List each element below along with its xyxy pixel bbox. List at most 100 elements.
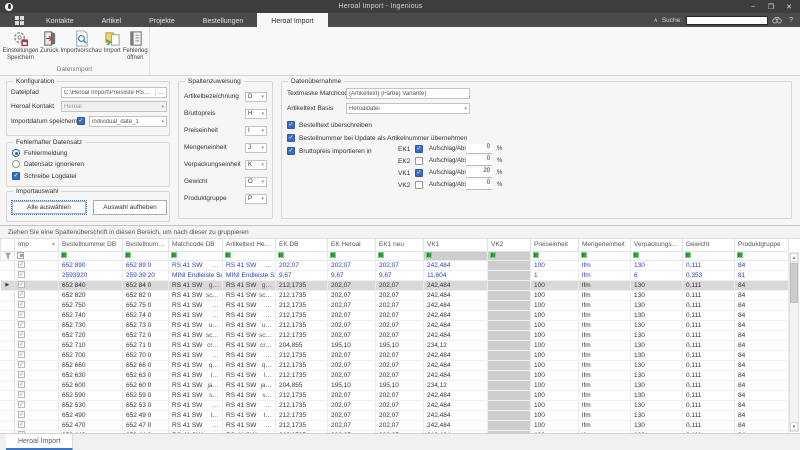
- cell-pe[interactable]: 100: [530, 290, 579, 301]
- cell-pg[interactable]: 84: [734, 290, 789, 301]
- filter-cell-art[interactable]: [222, 250, 276, 261]
- cell-art[interactable]: RS 41 SW…: [222, 300, 276, 311]
- cell-art[interactable]: RS 41 SW s…: [222, 390, 276, 401]
- imp-checkbox[interactable]: ✓: [18, 321, 25, 329]
- textmaske-input[interactable]: {Artikeltext} {Farbe} Variante}: [346, 88, 470, 99]
- imp-checkbox[interactable]: ✓: [18, 401, 25, 409]
- cell-imp[interactable]: ✓: [14, 310, 59, 321]
- cell-vk2[interactable]: [487, 410, 531, 421]
- cell-ek1[interactable]: 202,07: [375, 370, 424, 381]
- cell-ek1[interactable]: 202,07: [375, 360, 424, 371]
- cell-ve[interactable]: 130: [630, 290, 683, 301]
- aufschlag-value-input[interactable]: 0: [466, 144, 492, 154]
- cell-b_he[interactable]: 652 53 0: [122, 400, 169, 411]
- cell-gw[interactable]: 0,111: [682, 290, 735, 301]
- cell-ek_he[interactable]: 202,07: [327, 420, 376, 431]
- cell-match[interactable]: RS 41 SW…: [168, 350, 223, 361]
- table-row[interactable]: ✓ 2593920259 39 20MINI Endleiste Sa… MINI …: [0, 270, 789, 281]
- cell-ve[interactable]: 130: [630, 310, 683, 321]
- cell-b_db[interactable]: 652 750: [58, 300, 123, 311]
- table-row[interactable]: ✓ 652 750 652 75 0 RS 41 SW… RS 41 SW… 212,17…: [0, 300, 789, 311]
- cell-match[interactable]: RS 41 SW t…: [168, 410, 223, 421]
- cell-vk1[interactable]: 242,484: [423, 330, 488, 341]
- filter-edit-icon[interactable]: [278, 252, 284, 259]
- column-header-ek_he[interactable]: EK Heroal: [327, 239, 376, 252]
- cell-match[interactable]: RS 41 SW sc…: [168, 330, 223, 341]
- select-all-button[interactable]: Alle auswählen: [11, 200, 87, 215]
- cell-ek_db[interactable]: 9,67: [275, 270, 328, 281]
- cell-me[interactable]: lfm: [578, 330, 631, 341]
- imp-filter-checkbox[interactable]: [17, 251, 24, 259]
- cell-b_he[interactable]: 652 63 0: [122, 370, 169, 381]
- cell-pe[interactable]: 1: [530, 270, 579, 281]
- filter-edit-icon[interactable]: [225, 252, 231, 259]
- scroll-down-icon[interactable]: ▼: [790, 422, 798, 431]
- cell-ve[interactable]: 130: [630, 340, 683, 351]
- table-row[interactable]: ✓ 652 720 652 72 0 RS 41 SW sc… RS 41 SW sc… 21…: [0, 330, 789, 341]
- filter-cell-ve[interactable]: [630, 250, 683, 261]
- cell-gw[interactable]: 0,353: [682, 270, 735, 281]
- cell-ek1[interactable]: 202,07: [375, 350, 424, 361]
- cell-vk1[interactable]: 242,484: [423, 300, 488, 311]
- column-header-match[interactable]: Matchcode DB: [168, 239, 223, 252]
- imp-checkbox[interactable]: ✓: [18, 331, 25, 339]
- cell-pg[interactable]: 84: [734, 350, 789, 361]
- table-row[interactable]: ✓ 652 530 652 53 0 RS 41 SW… RS 41 SW… 212,17…: [0, 400, 789, 411]
- cell-pe[interactable]: 100: [530, 340, 579, 351]
- filter-edit-icon[interactable]: [490, 252, 496, 259]
- cell-gw[interactable]: 0,111: [682, 340, 735, 351]
- filter-edit-icon[interactable]: [685, 252, 691, 259]
- filter-edit-icon[interactable]: [125, 252, 131, 259]
- cell-pg[interactable]: 84: [734, 370, 789, 381]
- cell-pg[interactable]: 84: [734, 310, 789, 321]
- cell-ek_db[interactable]: 212,1735: [275, 370, 328, 381]
- cell-pe[interactable]: 100: [530, 320, 579, 331]
- cell-imp[interactable]: ✓: [14, 260, 59, 271]
- cell-art[interactable]: RS 41 SW sc…: [222, 290, 276, 301]
- mapping-column-dropdown[interactable]: H ▾: [245, 108, 267, 119]
- cell-b_db[interactable]: 652 440: [58, 430, 123, 433]
- imp-checkbox[interactable]: ✓: [18, 291, 25, 299]
- filter-edit-icon[interactable]: [633, 252, 639, 259]
- cell-gw[interactable]: 0,111: [682, 280, 735, 291]
- cell-pg[interactable]: 84: [734, 280, 789, 291]
- imp-checkbox[interactable]: ✓: [18, 261, 25, 269]
- price-checkbox-vk1[interactable]: ✓: [415, 169, 423, 177]
- filter-cell-b_he[interactable]: [122, 250, 169, 261]
- cell-ek_db[interactable]: 204,855: [275, 340, 328, 351]
- cell-me[interactable]: lfm: [578, 300, 631, 311]
- cell-pg[interactable]: 84: [734, 400, 789, 411]
- cell-pg[interactable]: 84: [734, 410, 789, 421]
- cell-vk1[interactable]: 242,484: [423, 430, 488, 433]
- cell-match[interactable]: RS 41 SW g…: [168, 280, 223, 291]
- cell-match[interactable]: RS 41 SW…: [168, 400, 223, 411]
- cell-vk2[interactable]: [487, 420, 531, 431]
- imp-checkbox[interactable]: ✓: [18, 411, 25, 419]
- cell-b_db[interactable]: 652 720: [58, 330, 123, 341]
- cell-b_db[interactable]: 652 590: [58, 390, 123, 401]
- cell-me[interactable]: lfm: [578, 430, 631, 433]
- cell-vk2[interactable]: [487, 260, 531, 271]
- cell-gw[interactable]: 0,111: [682, 380, 735, 391]
- cell-ve[interactable]: 130: [630, 320, 683, 331]
- column-header-pg[interactable]: Produktgruppe: [734, 239, 789, 252]
- cell-match[interactable]: RS 41 SW l…: [168, 370, 223, 381]
- cell-ek1[interactable]: 202,07: [375, 430, 424, 433]
- cell-imp[interactable]: ✓: [14, 350, 59, 361]
- importdatum-dropdown[interactable]: individual_date_1 ▾: [89, 116, 167, 127]
- cell-gw[interactable]: 0,111: [682, 260, 735, 271]
- cell-ek_db[interactable]: 212,1735: [275, 320, 328, 331]
- cell-pg[interactable]: 84: [734, 390, 789, 401]
- import-preview-button[interactable]: Importvorschau: [59, 27, 102, 55]
- cell-ek_he[interactable]: 202,07: [327, 280, 376, 291]
- cell-b_db[interactable]: 652 710: [58, 340, 123, 351]
- cell-art[interactable]: RS 41 SW g…: [222, 280, 276, 291]
- cell-match[interactable]: RS 41 SW…: [168, 260, 223, 271]
- cell-ek_db[interactable]: 212,1735: [275, 430, 328, 433]
- filter-cell-match[interactable]: [168, 250, 223, 261]
- clear-selection-button[interactable]: Auswahl aufheben: [93, 200, 167, 215]
- cell-b_db[interactable]: 652 660: [58, 360, 123, 371]
- filter-edit-icon[interactable]: [533, 252, 539, 259]
- cell-ek_db[interactable]: 212,1735: [275, 390, 328, 401]
- cell-ek1[interactable]: 195,10: [375, 380, 424, 391]
